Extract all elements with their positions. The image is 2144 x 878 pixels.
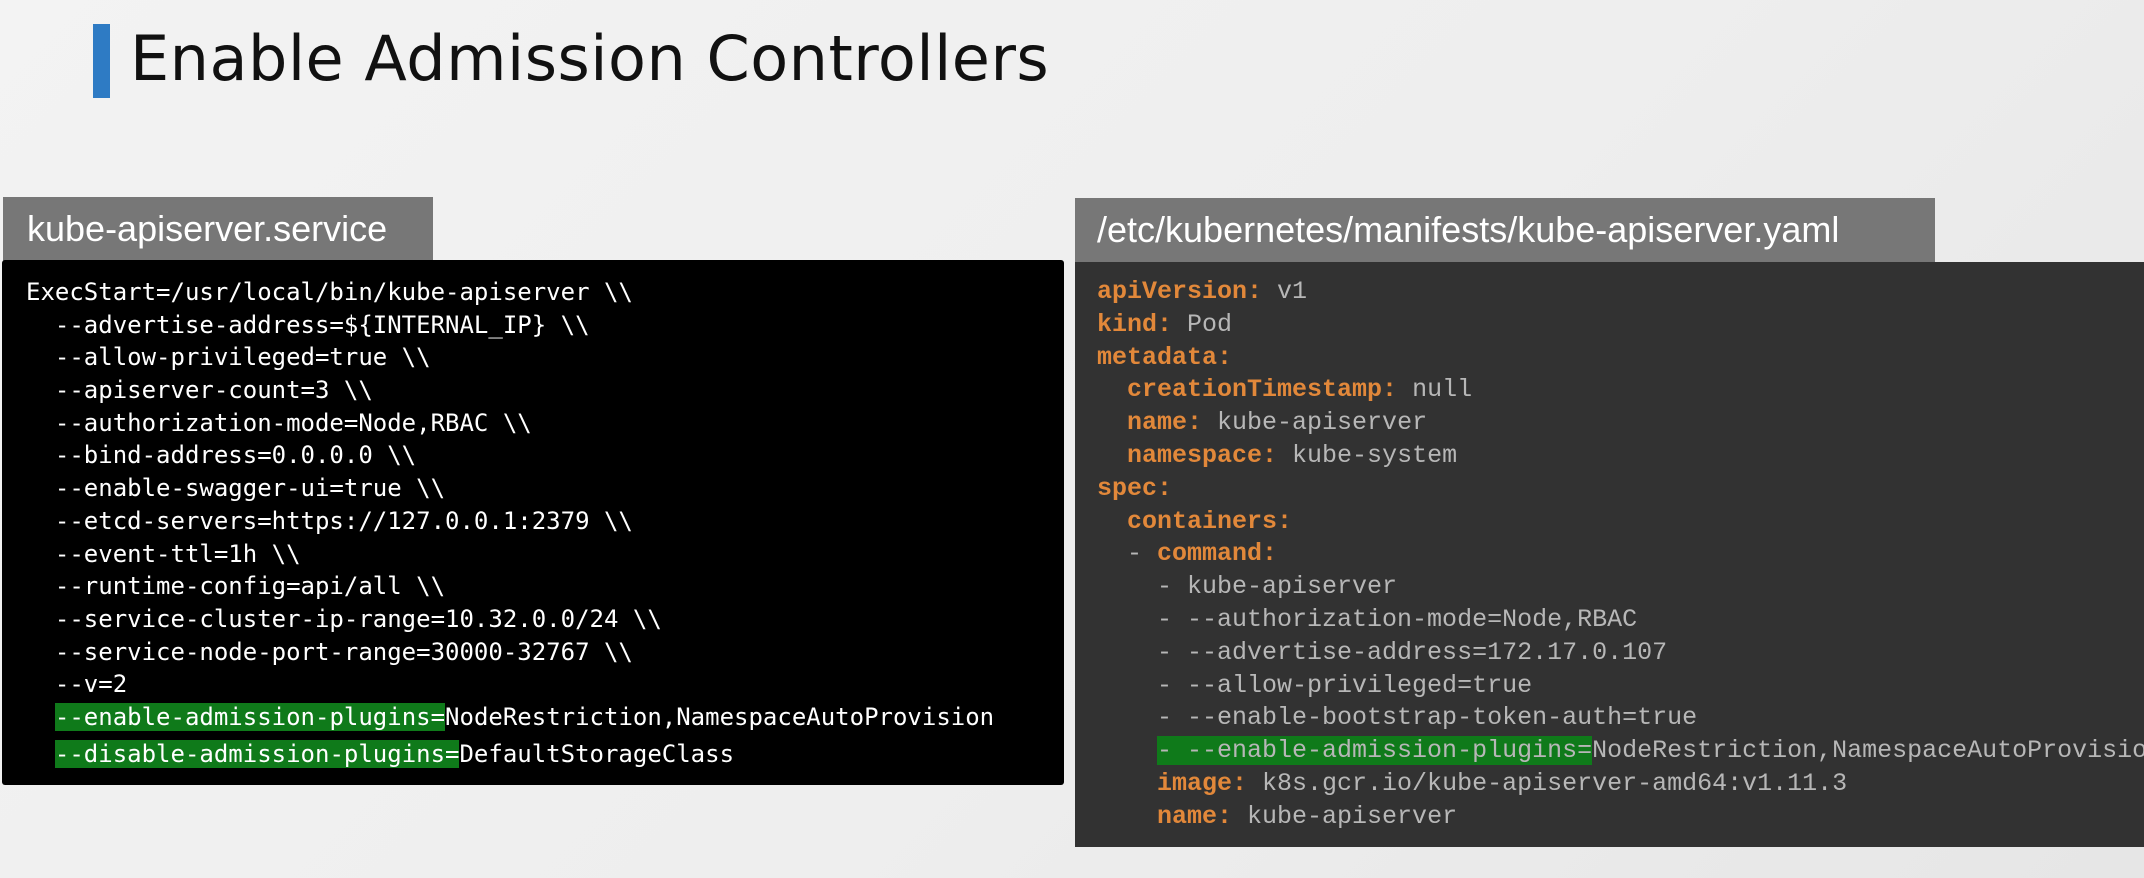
yaml-key: kind: [1097,309,1173,339]
yaml-value: kube-apiserver [1202,408,1428,438]
yaml-value: - kube-apiserver [1157,572,1398,602]
tab-kube-apiserver-service: kube-apiserver.service [3,197,433,261]
yaml-key: image: [1157,768,1248,798]
yaml-command-item: - --authorization-mode=Node,RBAC [1097,604,2144,637]
yaml-value: kube-apiserver [1232,801,1458,831]
disable-admission-value: DefaultStorageClass [459,739,735,768]
code-line: --runtime-config=api/all \\ [26,572,446,601]
yaml-line: name: kube-apiserver [1097,801,2144,834]
yaml-value: - --enable-bootstrap-token-auth=true [1157,703,1698,733]
yaml-command-item: - --enable-bootstrap-token-auth=true [1097,702,2144,735]
yaml-key: creationTimestamp: [1127,375,1398,405]
yaml-key: apiVersion: [1097,277,1263,306]
slide-title: Enable Admission Controllers [130,22,1050,95]
code-line: --apiserver-count=3 \\ [26,376,373,405]
yaml-line: - command: [1097,538,2144,571]
code-line: --allow-privileged=true \\ [26,343,431,372]
code-line: ExecStart=/usr/local/bin/kube-apiserver … [26,278,633,306]
yaml-value: - --allow-privileged=true [1157,670,1533,700]
code-line: --v=2 [26,670,128,699]
enable-admission-value: NodeRestriction,NamespaceAutoProvision [445,702,995,731]
yaml-line: kind: Pod [1097,309,2144,342]
yaml-value: - --advertise-address=172.17.0.107 [1157,637,1668,667]
yaml-key: spec: [1097,473,1173,503]
tab-kube-apiserver-yaml: /etc/kubernetes/manifests/kube-apiserver… [1075,198,1935,262]
yaml-value: k8s.gcr.io/kube-apiserver-amd64:v1.11.3 [1247,768,1848,798]
disable-admission-flag: --disable-admission-plugins= [54,739,460,768]
yaml-dash: - [1127,539,1158,569]
yaml-command-item: - --advertise-address=172.17.0.107 [1097,637,2144,670]
title-accent-bar [93,24,110,98]
code-line: --service-cluster-ip-range=10.32.0.0/24 … [26,604,662,633]
yaml-value: kube-system [1277,440,1458,470]
enable-admission-flag: --enable-admission-plugins= [54,702,446,731]
yaml-key: command: [1157,539,1278,569]
yaml-key: containers: [1127,506,1293,536]
yaml-value: Pod [1172,309,1233,339]
yaml-line: image: k8s.gcr.io/kube-apiserver-amd64:v… [1097,768,2144,801]
yaml-line: namespace: kube-system [1097,440,2144,473]
code-line: --etcd-servers=https://127.0.0.1:2379 \\ [26,506,633,535]
yaml-key: metadata: [1097,342,1233,372]
yaml-line: apiVersion: v1 [1097,276,2144,309]
yaml-enable-admission-flag: - --enable-admission-plugins= [1157,736,1593,766]
yaml-value: - --authorization-mode=Node,RBAC [1157,604,1638,634]
yaml-key: name: [1157,801,1233,831]
yaml-value: v1 [1262,277,1308,306]
code-panel-yaml: apiVersion: v1 kind: Pod metadata: creat… [1075,262,2144,847]
code-line: --advertise-address=${INTERNAL_IP} \\ [26,310,590,339]
code-line: --event-ttl=1h \\ [26,539,301,568]
yaml-value: null [1397,375,1473,405]
yaml-line: metadata: [1097,342,2144,375]
yaml-key: namespace: [1127,440,1278,470]
code-line: --authorization-mode=Node,RBAC \\ [26,408,532,437]
yaml-line: creationTimestamp: null [1097,374,2144,407]
code-panel-service: ExecStart=/usr/local/bin/kube-apiserver … [2,260,1064,785]
yaml-key: name: [1127,408,1203,438]
code-line: --enable-swagger-ui=true \\ [26,474,446,503]
yaml-line: containers: [1097,506,2144,539]
yaml-enable-admission-line: - --enable-admission-plugins=NodeRestric… [1097,735,2144,768]
yaml-line: spec: [1097,473,2144,506]
yaml-command-item: - kube-apiserver [1097,571,2144,604]
disable-admission-plugins-line: --disable-admission-plugins=DefaultStora… [26,738,1064,771]
yaml-enable-admission-value: NodeRestriction,NamespaceAutoProvision [1592,736,2144,766]
enable-admission-plugins-line: --enable-admission-plugins=NodeRestricti… [26,701,1064,734]
code-line: --bind-address=0.0.0.0 \\ [26,441,417,470]
yaml-command-item: - --allow-privileged=true [1097,670,2144,703]
yaml-line: name: kube-apiserver [1097,407,2144,440]
code-line: --service-node-port-range=30000-32767 \\ [26,637,633,666]
